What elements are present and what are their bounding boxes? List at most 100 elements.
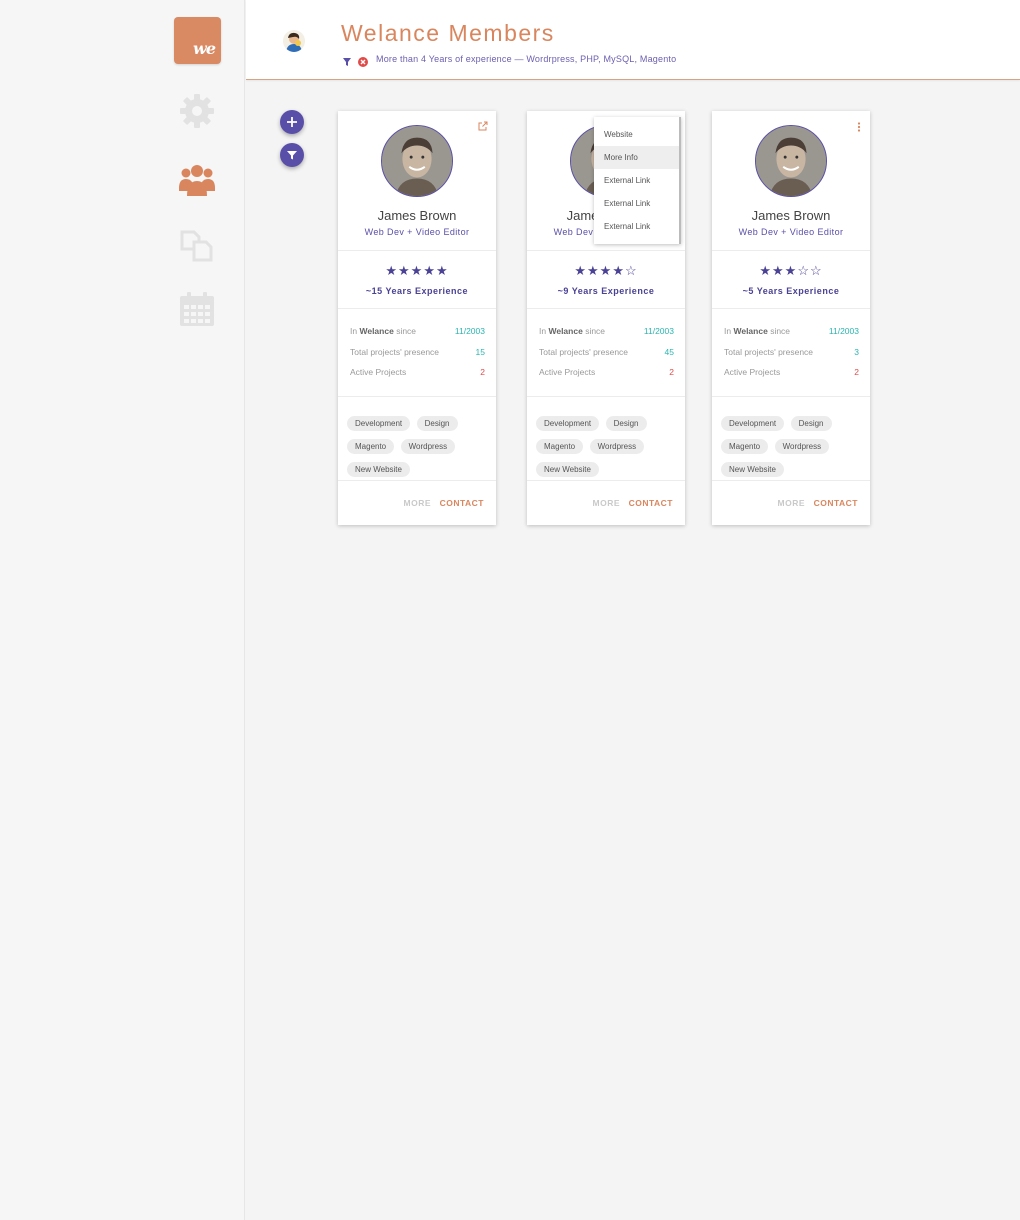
app-logo[interactable]: we — [174, 17, 221, 64]
stat-label-bold: Welance — [359, 326, 394, 336]
tag-chip[interactable]: Development — [721, 416, 785, 431]
stat-active: Active Projects 2 — [350, 367, 485, 388]
more-button[interactable]: MORE — [778, 498, 806, 508]
contact-button[interactable]: CONTACT — [814, 498, 858, 508]
stat-label-pre: In — [350, 326, 358, 336]
stat-since: In Welance since 11/2003 — [539, 326, 674, 347]
stat-label-bold: Welance — [548, 326, 583, 336]
page-title: Welance Members — [341, 20, 555, 46]
filter-button[interactable] — [280, 143, 304, 167]
user-avatar[interactable] — [283, 30, 305, 52]
tag-chip[interactable]: Development — [536, 416, 600, 431]
stat-value: 3 — [854, 346, 859, 357]
gear-icon[interactable] — [178, 92, 216, 130]
stat-value: 2 — [480, 367, 485, 377]
experience-label: ~9 Years Experience — [557, 286, 655, 296]
stat-label: In Welance since — [724, 326, 790, 347]
stat-label: Active Projects — [724, 367, 781, 377]
stat-since: In Welance since 11/2003 — [724, 326, 859, 347]
experience-label: ~5 Years Experience — [742, 286, 840, 296]
member-photo — [381, 125, 453, 197]
card-stats: In Welance since 11/2003 Total projects'… — [527, 309, 685, 397]
stat-label-post: since — [770, 326, 791, 336]
card-stats: In Welance since 11/2003 Total projects'… — [712, 309, 870, 397]
stat-label: Total projects' presence — [539, 346, 629, 357]
more-button[interactable]: MORE — [593, 498, 621, 508]
menu-item-website[interactable]: Website — [594, 123, 679, 146]
tag-chip[interactable]: Wordpress — [774, 439, 830, 454]
stat-value: 15 — [475, 346, 485, 357]
tag-chip[interactable]: Wordpress — [589, 439, 645, 454]
tag-chip[interactable]: Magento — [721, 439, 769, 454]
card-actions: MORE CONTACT — [712, 481, 870, 525]
contact-button[interactable]: CONTACT — [629, 498, 673, 508]
stat-label: In Welance since — [539, 326, 605, 347]
card-tags: Development Design Magento Wordpress New… — [527, 397, 685, 481]
tag-chip[interactable]: New Website — [536, 462, 599, 477]
tag-chip[interactable]: Magento — [347, 439, 395, 454]
stat-label: Active Projects — [350, 367, 407, 377]
card-actions: MORE CONTACT — [527, 481, 685, 525]
stat-value: 11/2003 — [828, 326, 859, 336]
member-role: Web Dev + Video Editor — [364, 227, 470, 237]
menu-item-external-link[interactable]: External Link — [594, 192, 679, 215]
clear-filter-icon[interactable] — [358, 54, 368, 67]
stat-label-post: since — [396, 326, 417, 336]
stat-label: In Welance since — [350, 326, 416, 347]
more-vert-icon[interactable] — [857, 119, 861, 132]
stat-label: Total projects' presence — [724, 346, 814, 357]
stat-value: 45 — [664, 346, 674, 357]
active-filter: More than 4 Years of experience — Wordrp… — [342, 53, 676, 67]
stat-value: 2 — [854, 367, 859, 377]
tag-chip[interactable]: Design — [605, 416, 647, 431]
stat-active: Active Projects 2 — [724, 367, 859, 388]
stat-presence: Total projects' presence 3 — [724, 347, 859, 368]
stat-presence: Total projects' presence 15 — [350, 347, 485, 368]
tag-chip[interactable]: New Website — [721, 462, 784, 477]
card-tags: Development Design Magento Wordpress New… — [338, 397, 496, 481]
menu-item-more-info[interactable]: More Info — [594, 146, 679, 169]
more-button[interactable]: MORE — [404, 498, 432, 508]
logo-text: we — [193, 39, 216, 58]
plus-icon — [287, 117, 297, 127]
tag-chip[interactable]: Magento — [536, 439, 584, 454]
member-name: James Brown — [751, 208, 831, 223]
star-rating: ★★★★☆ — [574, 263, 638, 278]
stat-value: 2 — [669, 367, 674, 377]
sidebar: we — [0, 0, 245, 1220]
card-header: James Brown Web Dev + Video Editor — [712, 111, 870, 251]
filter-icon[interactable] — [342, 54, 352, 66]
tag-chip[interactable]: Wordpress — [400, 439, 456, 454]
stat-value: 11/2003 — [454, 326, 485, 336]
card-actions: MORE CONTACT — [338, 481, 496, 525]
stat-active: Active Projects 2 — [539, 367, 674, 388]
documents-icon[interactable] — [178, 226, 216, 264]
tag-chip[interactable]: Design — [416, 416, 458, 431]
calendar-icon[interactable] — [178, 290, 216, 328]
tag-chip[interactable]: New Website — [347, 462, 410, 477]
card-rating: ★★★☆☆ ~5 Years Experience — [712, 251, 870, 309]
stat-label-pre: In — [724, 326, 732, 336]
member-card: James Brown Web Dev + Video Editor ★★★★★… — [338, 111, 496, 525]
stat-label-pre: In — [539, 326, 547, 336]
stat-label: Total projects' presence — [350, 346, 440, 357]
stat-label: Active Projects — [539, 367, 596, 377]
users-icon[interactable] — [178, 162, 216, 200]
menu-item-external-link[interactable]: External Link — [594, 169, 679, 192]
stat-label-post: since — [585, 326, 606, 336]
add-member-button[interactable] — [280, 110, 304, 134]
page-header: Welance Members More than 4 Years of exp… — [246, 0, 1020, 80]
menu-item-external-link[interactable]: External Link — [594, 215, 679, 238]
contact-button[interactable]: CONTACT — [440, 498, 484, 508]
member-photo — [755, 125, 827, 197]
member-card: James Brown Web Dev + Video Editor ★★★☆☆… — [712, 111, 870, 525]
tag-chip[interactable]: Development — [347, 416, 411, 431]
member-name: James Brown — [377, 208, 457, 223]
card-header: James Brown Web Dev + Video Editor — [338, 111, 496, 251]
card-tags: Development Design Magento Wordpress New… — [712, 397, 870, 481]
card-rating: ★★★★★ ~15 Years Experience — [338, 251, 496, 309]
member-role: Web Dev + Video Editor — [738, 227, 844, 237]
card-stats: In Welance since 11/2003 Total projects'… — [338, 309, 496, 397]
external-link-icon[interactable] — [478, 118, 488, 131]
tag-chip[interactable]: Design — [790, 416, 832, 431]
